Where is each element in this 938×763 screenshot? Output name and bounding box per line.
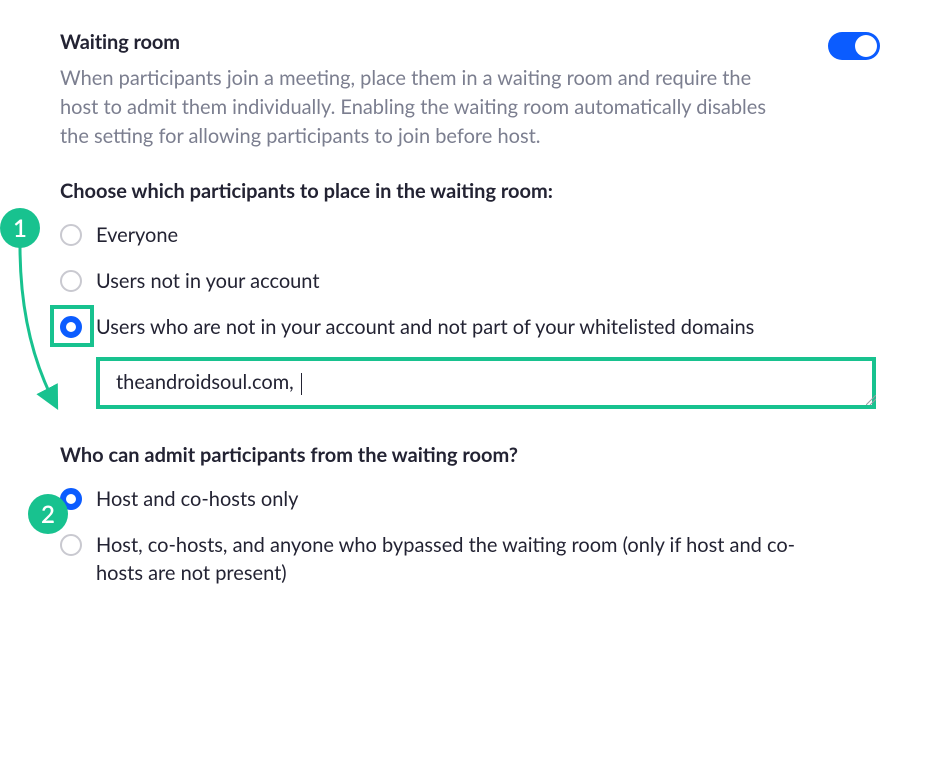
radio-row-not-in-account-or-whitelist[interactable]: Users who are not in your account and no… bbox=[60, 313, 880, 341]
admit-heading: Who can admit participants from the wait… bbox=[60, 443, 880, 467]
text-caret-icon bbox=[301, 373, 302, 395]
whitelist-domains-input[interactable]: theandroidsoul.com, bbox=[96, 357, 876, 409]
radio-row-not-in-account[interactable]: Users not in your account bbox=[60, 267, 880, 295]
placement-heading: Choose which participants to place in th… bbox=[60, 179, 880, 203]
radio-label: Host and co-hosts only bbox=[96, 485, 298, 513]
radio-icon bbox=[60, 316, 82, 338]
annotation-badge-1: 1 bbox=[0, 208, 40, 248]
radio-row-host-and-bypassed[interactable]: Host, co-hosts, and anyone who bypassed … bbox=[60, 531, 880, 587]
waiting-room-toggle[interactable] bbox=[828, 32, 880, 60]
input-value: theandroidsoul.com, bbox=[116, 370, 299, 394]
radio-row-host-only[interactable]: Host and co-hosts only bbox=[60, 485, 880, 513]
radio-icon bbox=[60, 224, 82, 246]
toggle-knob-icon bbox=[855, 35, 877, 57]
annotation-badge-2: 2 bbox=[28, 494, 68, 534]
radio-icon bbox=[60, 534, 82, 556]
radio-label: Users who are not in your account and no… bbox=[96, 313, 754, 341]
radio-label: Users not in your account bbox=[96, 267, 320, 295]
waiting-room-title: Waiting room bbox=[60, 30, 180, 54]
radio-icon bbox=[60, 270, 82, 292]
radio-label: Host, co-hosts, and anyone who bypassed … bbox=[96, 531, 816, 587]
radio-label: Everyone bbox=[96, 221, 178, 249]
radio-row-everyone[interactable]: Everyone bbox=[60, 221, 880, 249]
waiting-room-description: When participants join a meeting, place … bbox=[60, 64, 780, 151]
